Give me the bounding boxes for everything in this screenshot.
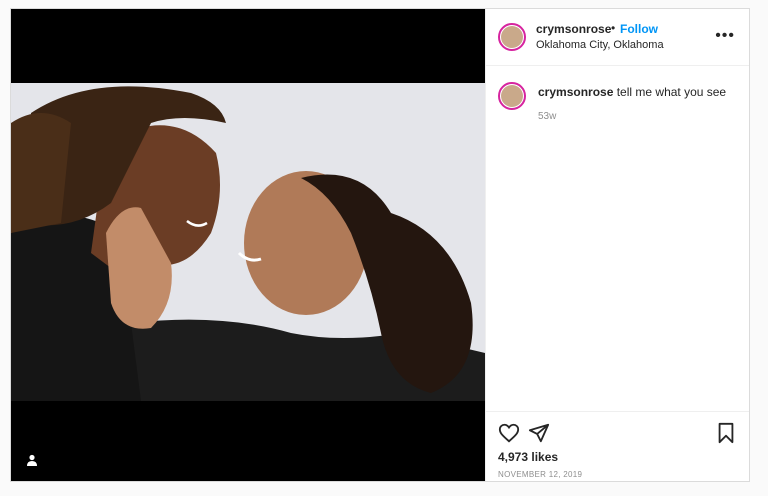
likes-count[interactable]: 4,973 likes — [498, 450, 558, 464]
couple-photo-illustration — [11, 83, 485, 401]
location-link[interactable]: Oklahoma City, Oklahoma — [536, 39, 664, 51]
bookmark-icon[interactable] — [715, 422, 737, 444]
paper-plane-icon[interactable] — [528, 422, 550, 444]
post-media[interactable] — [11, 9, 485, 481]
avatar-image — [501, 26, 523, 48]
caption-text: tell me what you see — [616, 85, 727, 99]
more-options-icon[interactable]: ••• — [715, 27, 735, 45]
action-bar: 4,973 likes NOVEMBER 12, 2019 — [486, 411, 749, 482]
post-sidebar: crymsonrose • Follow Oklahoma City, Okla… — [485, 9, 749, 481]
post-date[interactable]: NOVEMBER 12, 2019 — [498, 470, 582, 479]
post-photo[interactable] — [11, 83, 485, 401]
follow-button[interactable]: Follow — [620, 22, 658, 36]
post-dialog: crymsonrose • Follow Oklahoma City, Okla… — [10, 8, 750, 482]
avatar-image — [501, 85, 523, 107]
heart-icon[interactable] — [498, 422, 520, 444]
caption-avatar[interactable] — [498, 82, 526, 110]
caption: crymsonrose tell me what you see — [538, 85, 738, 99]
caption-age: 53w — [538, 111, 557, 122]
username-link[interactable]: crymsonrose — [536, 22, 611, 36]
avatar[interactable] — [498, 23, 526, 51]
separator-dot: • — [611, 21, 616, 35]
user-tag-icon[interactable] — [25, 453, 39, 467]
caption-username-link[interactable]: crymsonrose — [538, 85, 613, 99]
post-header: crymsonrose • Follow Oklahoma City, Okla… — [486, 9, 749, 66]
